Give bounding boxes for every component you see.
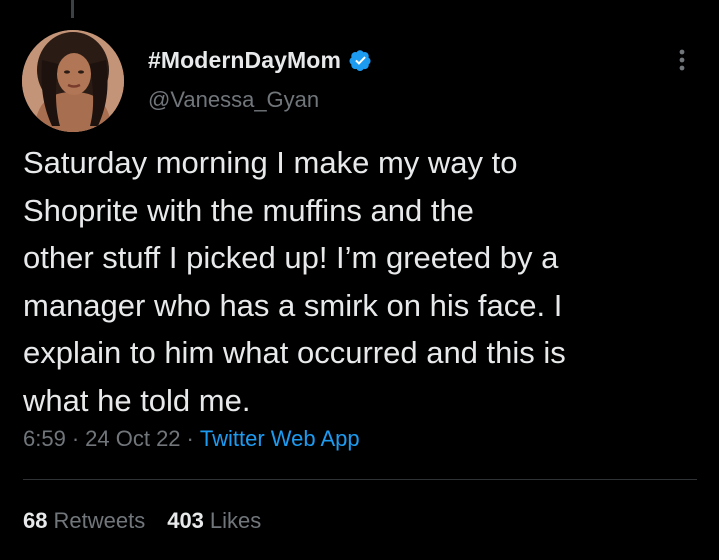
tweet-time[interactable]: 6:59 [23,426,66,452]
likes-count: 403 [167,508,204,533]
divider [23,479,697,480]
author-display-name[interactable]: #ModernDayMom [148,47,341,74]
retweets-stat[interactable]: 68 Retweets [23,508,145,534]
retweets-count: 68 [23,508,48,533]
meta-separator: · [71,426,80,451]
author-handle[interactable]: @Vanessa_Gyan [148,87,319,113]
tweet-date[interactable]: 24 Oct 22 [85,426,180,452]
tweet-stats: 68 Retweets 403 Likes [23,508,261,534]
verified-badge-icon [349,50,371,71]
likes-stat[interactable]: 403 Likes [167,508,261,534]
more-vertical-icon[interactable] [670,46,694,74]
likes-label: Likes [209,508,262,533]
thread-connector-line [71,0,74,18]
tweet-text: Saturday morning I make my way to Shopri… [23,145,566,418]
retweets-label: Retweets [53,508,146,533]
tweet-source-link[interactable]: Twitter Web App [200,426,360,452]
author-name-row[interactable]: #ModernDayMom [148,47,372,74]
meta-separator: · [186,426,194,451]
tweet-meta: 6:59 · 24 Oct 22 · Twitter Web App [23,426,360,452]
avatar[interactable] [22,30,124,132]
avatar-image [22,30,124,132]
